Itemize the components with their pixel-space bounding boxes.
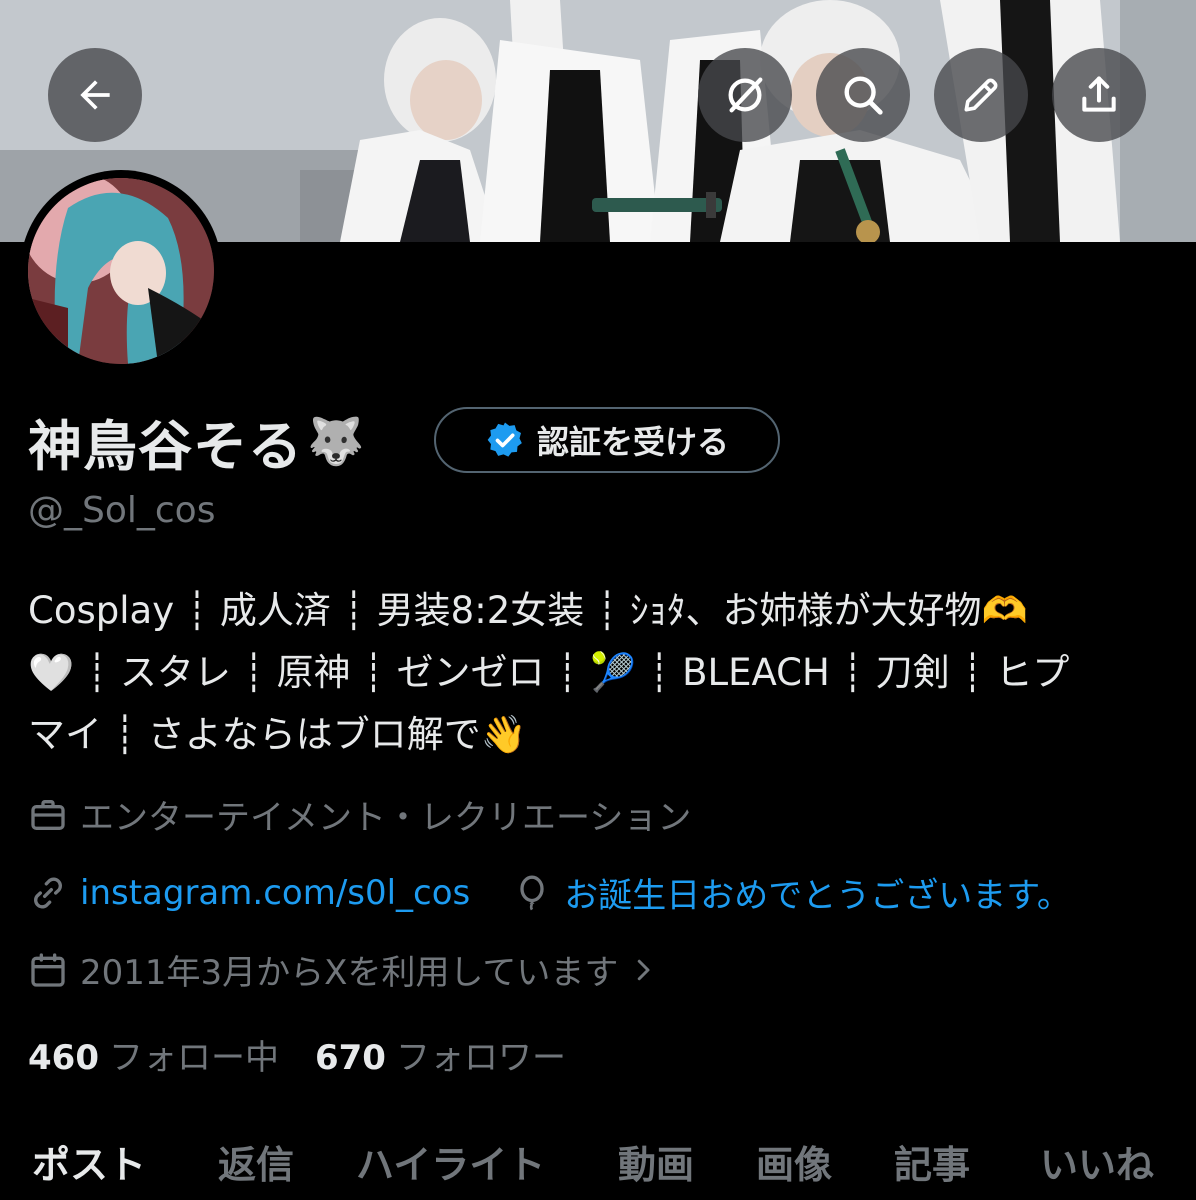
following-count[interactable]: 460	[28, 1038, 99, 1078]
balloon-icon	[520, 875, 544, 910]
bio: Cosplay ┊ 成人済 ┊ 男装8:2女装 ┊ ｼｮﾀ、お姉様が大好物🫶 🤍…	[28, 580, 1168, 766]
grok-icon	[728, 77, 763, 113]
bio-line: マイ ┊ さよならはブロ解で👋	[28, 713, 527, 756]
followers-count[interactable]: 670	[315, 1038, 386, 1078]
tab-posts[interactable]: ポスト	[32, 1134, 146, 1189]
share-icon	[1082, 76, 1116, 112]
tab-likes[interactable]: いいね	[1040, 1134, 1154, 1189]
tab-images[interactable]: 画像	[756, 1134, 832, 1189]
profile-tabs: ポスト 返信 ハイライト 動画 画像 記事 いいね	[0, 1134, 1196, 1200]
category-label: エンターテイメント・レクリエーション	[80, 798, 692, 838]
website-link[interactable]: instagram.com/s0l_cos	[80, 873, 470, 913]
arrow-left-icon	[80, 80, 110, 110]
tab-replies[interactable]: 返信	[218, 1134, 294, 1189]
display-name-row: 神鳥谷そる 🐺	[28, 402, 364, 481]
handle: @_Sol_cos	[28, 490, 216, 531]
search-icon	[844, 76, 883, 115]
link-icon	[34, 877, 62, 908]
briefcase-icon	[31, 799, 65, 830]
bio-line: Cosplay ┊ 成人済 ┊ 男装8:2女装 ┊ ｼｮﾀ、お姉様が大好物🫶	[28, 589, 1028, 632]
grok-button[interactable]	[698, 48, 792, 142]
wolf-emoji: 🐺	[307, 414, 365, 468]
tab-articles[interactable]: 記事	[894, 1134, 970, 1189]
follow-stats: 460 フォロー中 670 フォロワー	[28, 1030, 602, 1079]
search-button[interactable]	[816, 48, 910, 142]
pencil-icon	[964, 78, 998, 112]
bio-line: 🤍 ┊ スタレ ┊ 原神 ┊ ゼンゼロ ┊ 🎾 ┊ BLEACH ┊ 刀剣 ┊ …	[28, 651, 1070, 694]
following-label[interactable]: フォロー中	[109, 1030, 279, 1079]
get-verified-label: 認証を受ける	[536, 423, 729, 461]
followers-label[interactable]: フォロワー	[396, 1030, 566, 1079]
tab-highlights[interactable]: ハイライト	[356, 1134, 545, 1189]
joined-row[interactable]: 2011年3月からXを利用しています	[28, 945, 670, 994]
category-row: エンターテイメント・レクリエーション	[28, 790, 691, 839]
calendar-icon	[31, 952, 65, 987]
avatar[interactable]	[20, 170, 222, 372]
get-verified-button[interactable]: 認証を受ける	[434, 407, 780, 473]
chevron-right-icon	[638, 959, 650, 980]
joined-date: 2011年3月からXを利用しています	[80, 953, 619, 993]
display-name: 神鳥谷そる	[28, 415, 303, 478]
link-row: instagram.com/s0l_cos お誕生日おめでとうございます。	[28, 868, 1071, 917]
birthday-text[interactable]: お誕生日おめでとうございます。	[564, 868, 1071, 917]
share-button[interactable]	[1052, 48, 1146, 142]
tab-videos[interactable]: 動画	[618, 1134, 694, 1189]
back-button[interactable]	[48, 48, 142, 142]
avatar-image	[28, 178, 214, 364]
edit-button[interactable]	[934, 48, 1028, 142]
verified-badge-icon	[487, 422, 522, 457]
